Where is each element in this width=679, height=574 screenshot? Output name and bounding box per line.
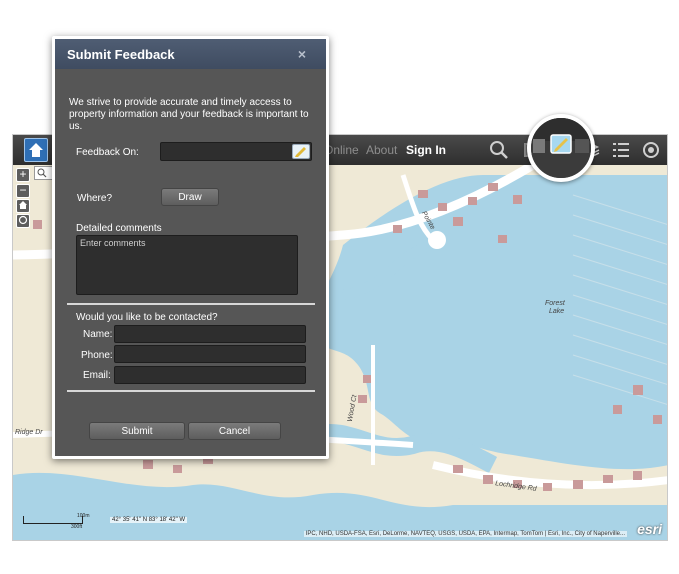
locate-button[interactable]	[16, 214, 30, 228]
where-label: Where?	[77, 193, 113, 204]
feedback-on-field[interactable]	[160, 142, 312, 161]
map-attribution: IPC, NHD, USDA-FSA, Esri, DeLorme, NAVTE…	[303, 531, 627, 537]
submit-button[interactable]: Submit	[89, 422, 185, 440]
esri-logo: esri	[637, 521, 662, 537]
water-label: Lake	[549, 308, 565, 315]
nav-online-link[interactable]: Online	[324, 143, 359, 157]
road-label: Ridge Dr	[15, 429, 43, 436]
comments-label: Detailed comments	[76, 223, 162, 234]
feedback-tool-highlight[interactable]	[527, 114, 595, 182]
contact-heading: Would you like to be contacted?	[76, 312, 218, 323]
nav-about-link[interactable]: About	[366, 143, 397, 157]
water-label: Forest	[545, 300, 565, 307]
dialog-title: Submit Feedback	[67, 47, 175, 62]
submit-feedback-dialog: Submit Feedback × We strive to provide a…	[52, 36, 329, 459]
scale-label-top: 100m	[77, 513, 90, 519]
email-label: Email:	[83, 370, 111, 381]
zoom-out-button[interactable]: −	[16, 184, 30, 198]
dialog-divider	[67, 303, 315, 305]
close-icon[interactable]: ×	[298, 46, 306, 62]
print-tools-icon[interactable]	[641, 140, 661, 160]
draw-button[interactable]: Draw	[161, 188, 219, 206]
comments-textarea[interactable]: Enter comments	[76, 235, 298, 295]
home-logo-button[interactable]	[24, 138, 48, 162]
scale-bar	[23, 516, 83, 524]
name-field[interactable]	[114, 325, 306, 343]
search-icon[interactable]	[489, 140, 509, 160]
coordinate-readout: 42° 35' 41" N 83° 18' 42" W	[110, 517, 188, 523]
nav-sign-in-link[interactable]: Sign In	[406, 143, 446, 157]
email-field[interactable]	[114, 366, 306, 384]
dialog-intro-text: We strive to provide accurate and timely…	[69, 97, 309, 132]
feedback-target-icon[interactable]	[292, 144, 310, 159]
zoom-in-button[interactable]: +	[16, 168, 30, 182]
scale-label-bottom: 300ft	[71, 524, 83, 530]
phone-field[interactable]	[114, 345, 306, 363]
dialog-header: Submit Feedback ×	[55, 39, 326, 69]
cancel-button[interactable]: Cancel	[188, 422, 281, 440]
phone-label: Phone:	[81, 350, 113, 361]
name-label: Name:	[83, 329, 113, 340]
legend-list-icon[interactable]	[611, 140, 631, 160]
feedback-on-label: Feedback On:	[76, 147, 139, 158]
dialog-divider	[67, 390, 315, 392]
feedback-tool-icon[interactable]	[531, 118, 591, 178]
home-extent-button[interactable]	[16, 199, 30, 213]
